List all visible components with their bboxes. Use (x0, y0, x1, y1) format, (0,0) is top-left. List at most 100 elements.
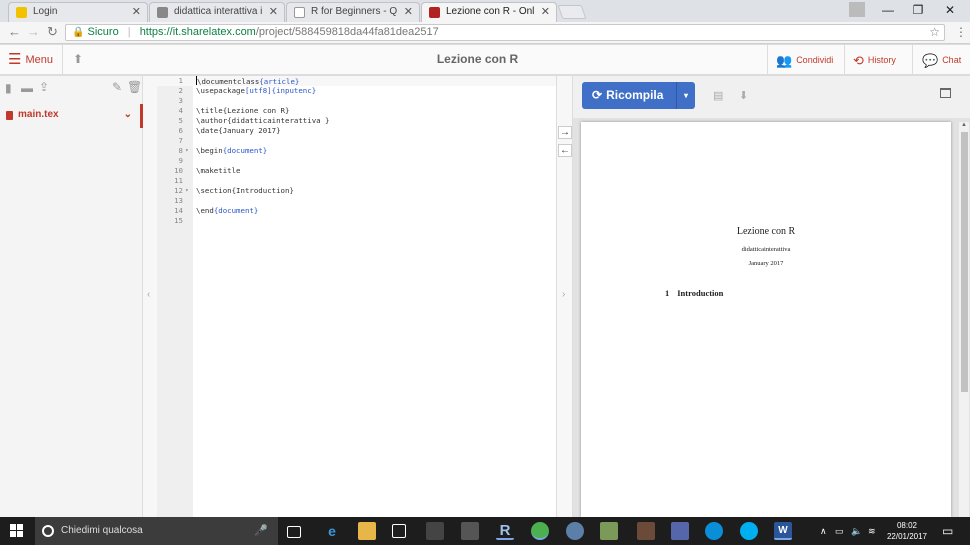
code-token: {article} (259, 77, 300, 86)
skype-icon[interactable] (740, 522, 758, 540)
pdf-page: Lezione con R didatticainterattiva Janua… (581, 122, 951, 517)
code-token: {Lezione con R} (222, 106, 290, 115)
code-token: \section (196, 186, 232, 195)
logs-icon[interactable]: ▤ (713, 89, 723, 102)
code-lines[interactable]: 1 \documentclass{article} 2 \usepackage[utf… (157, 76, 556, 226)
app-icon[interactable] (600, 522, 618, 540)
code-line[interactable]: 9 (157, 156, 556, 166)
app-icon[interactable] (566, 522, 584, 540)
code-line[interactable]: 4 \title{Lezione con R} (157, 106, 556, 116)
close-icon[interactable]: ✕ (269, 3, 278, 21)
browser-tab-didattica[interactable]: didattica interattiva inte ✕ (149, 2, 285, 22)
window-close-icon[interactable]: ✕ (935, 0, 965, 20)
pdf-viewer[interactable]: Lezione con R didatticainterattiva Janua… (573, 118, 970, 517)
battery-icon[interactable]: ▭ (835, 517, 844, 545)
close-icon[interactable]: ✕ (541, 3, 550, 21)
line-number: 6 (178, 126, 183, 135)
upload-icon[interactable]: ⇪ (39, 80, 49, 94)
browser-menu-icon[interactable]: ⋮ (955, 25, 967, 39)
file-explorer-icon[interactable] (358, 522, 376, 540)
back-icon[interactable]: ← (8, 24, 21, 39)
code-line[interactable]: 5 \author{didatticainterattiva } (157, 116, 556, 126)
code-line[interactable]: 14 \end{document} (157, 206, 556, 216)
word-icon[interactable]: W (774, 522, 792, 540)
task-view-icon[interactable] (287, 526, 301, 538)
line-text: \end{document} (196, 206, 258, 216)
delete-icon[interactable]: 🗑 (127, 80, 142, 94)
code-line[interactable]: 2 \usepackage[utf8]{inputenc} (157, 86, 556, 96)
chevron-left-icon[interactable]: ‹ (147, 289, 150, 300)
browser-tab-lezione[interactable]: Lezione con R - Online L ✕ (421, 2, 557, 22)
skype-icon[interactable] (705, 522, 723, 540)
minimize-icon[interactable]: — (873, 0, 903, 20)
app-icon[interactable] (637, 522, 655, 540)
maximize-icon[interactable]: ❐ (903, 0, 933, 20)
recompile-dropdown-icon[interactable]: ▾ (676, 82, 695, 109)
forward-icon[interactable]: → (27, 24, 40, 39)
file-item-main-tex[interactable]: main.tex ⌄ (0, 104, 143, 128)
volume-icon[interactable]: 🔈 (851, 517, 862, 545)
r-icon[interactable]: R (496, 522, 514, 540)
url-input[interactable]: 🔒 Sicuro | https://it.sharelatex.com/pro… (65, 24, 945, 41)
taskbar-search-input[interactable]: Chiedimi qualcosa 🎤 (35, 517, 278, 545)
browser-tab-r-beginners[interactable]: R for Beginners - Quanti ✕ (286, 2, 420, 22)
tray-chevron-icon[interactable]: ∧ (820, 517, 827, 545)
code-line[interactable]: 7 (157, 136, 556, 146)
store-icon[interactable] (392, 524, 406, 538)
scroll-up-icon[interactable]: ▲ (961, 122, 967, 128)
code-line[interactable]: 11 (157, 176, 556, 186)
sync-to-pdf-icon[interactable]: → (558, 126, 572, 139)
wifi-icon[interactable]: ≋ (868, 517, 876, 545)
profile-icon[interactable] (849, 2, 865, 17)
new-folder-icon[interactable]: ▬ (21, 81, 33, 95)
share-button[interactable]: 👥 Condividi (776, 53, 833, 69)
users-icon: 👥 (776, 53, 793, 68)
edge-icon[interactable]: e (323, 522, 341, 540)
filetree-resizer[interactable]: ‹ (143, 76, 157, 517)
bookmark-star-icon[interactable]: ☆ (929, 25, 940, 40)
line-text: \section{Introduction} (196, 186, 294, 196)
windows-taskbar: Chiedimi qualcosa 🎤 e R W ∧ ▭ 🔈 ≋ 08:02 … (0, 517, 970, 545)
fold-arrow-icon[interactable]: ▾ (185, 146, 189, 156)
chevron-right-icon[interactable]: › (562, 289, 565, 300)
console-icon[interactable] (426, 522, 444, 540)
pdf-title: Lezione con R (736, 226, 796, 237)
clock[interactable]: 08:02 22/01/2017 (883, 520, 931, 542)
new-tab-button[interactable] (557, 5, 587, 19)
maximize-preview-icon[interactable] (940, 88, 951, 98)
microphone-icon[interactable]: 🎤 (254, 517, 268, 545)
sync-to-code-icon[interactable]: ← (558, 144, 572, 157)
fold-arrow-icon[interactable]: ▾ (185, 186, 189, 196)
app-icon[interactable] (671, 522, 689, 540)
line-text: \usepackage[utf8]{inputenc} (196, 86, 316, 96)
code-line[interactable]: 3 (157, 96, 556, 106)
notifications-icon[interactable]: ▭ (942, 517, 953, 545)
chevron-down-icon[interactable]: ⌄ (124, 104, 132, 126)
line-number: 12 (174, 186, 183, 195)
secure-label: Sicuro (87, 26, 119, 38)
windows-start-icon[interactable] (10, 524, 24, 538)
line-text: \maketitle (196, 166, 241, 176)
code-line[interactable]: 13 (157, 196, 556, 206)
rename-icon[interactable]: ✎ (112, 80, 122, 94)
code-line[interactable]: 8 ▾ \begin{document} (157, 146, 556, 156)
chat-button[interactable]: 💬 Chat (922, 53, 961, 69)
tex-icon[interactable] (461, 522, 479, 540)
code-line[interactable]: 10 \maketitle (157, 166, 556, 176)
scrollbar-thumb[interactable] (961, 132, 968, 392)
code-line[interactable]: 6 \date{January 2017} (157, 126, 556, 136)
close-icon[interactable]: ✕ (404, 3, 413, 21)
code-line[interactable]: 15 (157, 216, 556, 226)
code-editor[interactable]: 1 \documentclass{article} 2 \usepackage[utf… (157, 76, 556, 517)
download-pdf-icon[interactable]: ⬇ (739, 89, 748, 102)
code-line[interactable]: 1 \documentclass{article} (157, 76, 556, 86)
pdf-scrollbar[interactable]: ▲ (959, 122, 969, 517)
new-file-icon[interactable]: ▮ (5, 81, 12, 95)
close-icon[interactable]: ✕ (132, 3, 141, 21)
history-button[interactable]: ⟲ History (853, 53, 896, 69)
code-line[interactable]: 12 ▾ \section{Introduction} (157, 186, 556, 196)
browser-tab-login[interactable]: Login ✕ (8, 2, 148, 22)
chrome-icon[interactable] (531, 522, 549, 540)
recompile-button[interactable]: ⟳ Ricompila ▾ (582, 82, 695, 109)
reload-icon[interactable]: ↻ (47, 24, 58, 40)
